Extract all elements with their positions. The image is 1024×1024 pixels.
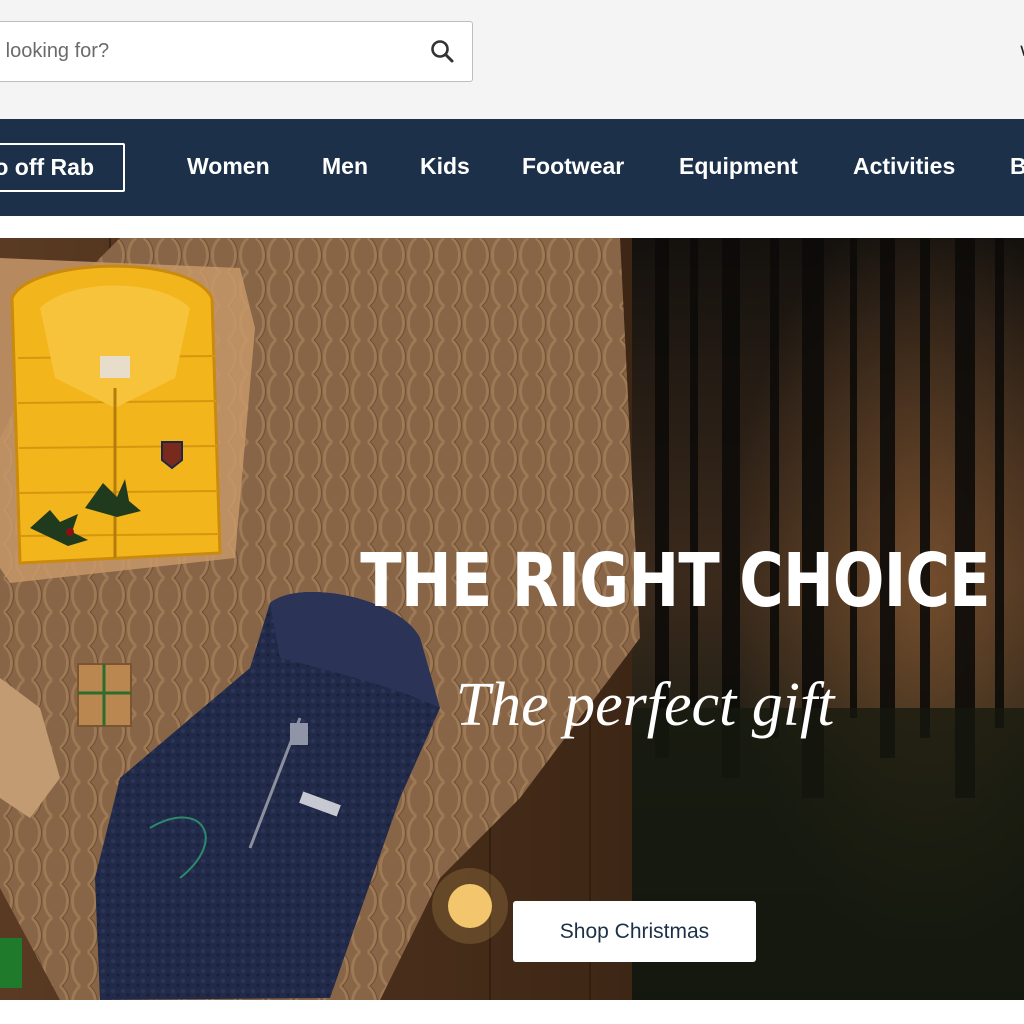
nav-item-equipment[interactable]: Equipment [679, 153, 798, 180]
promo-button[interactable]: o off Rab [0, 143, 125, 192]
search-icon [431, 40, 454, 63]
shop-christmas-button[interactable]: Shop Christmas [513, 901, 756, 962]
nav-item-women[interactable]: Women [187, 153, 270, 180]
search-box [0, 21, 473, 82]
hero-subtitle: The perfect gift [455, 671, 835, 739]
hero-banner[interactable]: THE RIGHT CHOICE The perfect gift Shop C… [0, 238, 1024, 1000]
nav-item-footwear[interactable]: Footwear [522, 153, 624, 180]
main-navigation: o off Rab Women Men Kids Footwear Equipm… [0, 119, 1024, 216]
hero-title: THE RIGHT CHOICE [360, 538, 990, 624]
top-bar: ∨ [0, 0, 1024, 119]
nav-item-men[interactable]: Men [322, 153, 368, 180]
nav-item-kids[interactable]: Kids [420, 153, 470, 180]
search-input[interactable] [0, 22, 409, 81]
header-edge-icon[interactable]: ∨ [1018, 40, 1024, 60]
nav-item-brands[interactable]: B [1010, 153, 1024, 180]
search-button[interactable] [428, 37, 458, 67]
nav-item-activities[interactable]: Activities [853, 153, 955, 180]
